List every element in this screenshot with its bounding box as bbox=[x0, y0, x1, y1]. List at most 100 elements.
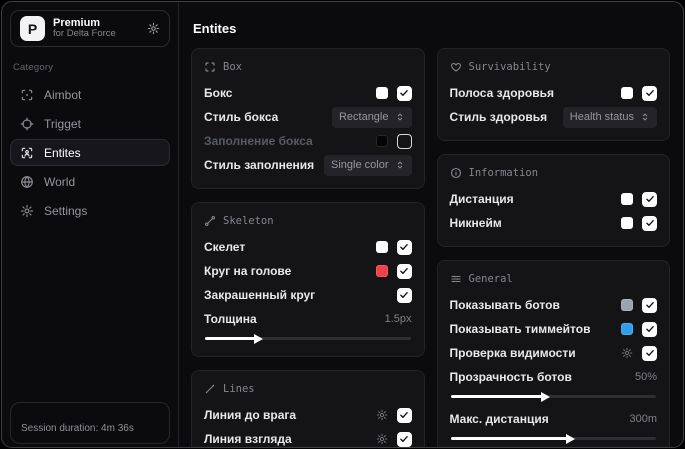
gear-icon[interactable] bbox=[376, 409, 388, 421]
setting-label: Никнейм bbox=[449, 216, 502, 230]
setting-label: Макс. дистанция bbox=[449, 412, 549, 426]
check-icon bbox=[645, 302, 654, 308]
checkbox[interactable] bbox=[642, 85, 657, 101]
setting-row: Прозрачность ботов 50% bbox=[450, 365, 658, 389]
info-icon bbox=[450, 167, 462, 179]
gear-icon[interactable] bbox=[621, 347, 633, 359]
checkbox[interactable] bbox=[396, 263, 412, 279]
setting-label: Толщина bbox=[204, 312, 257, 326]
setting-row: Полоса здоровья bbox=[449, 81, 657, 105]
dropdown-value: Rectangle bbox=[338, 111, 389, 123]
slider-thumb[interactable] bbox=[254, 333, 264, 344]
check-icon bbox=[645, 220, 654, 226]
panel-title: Survivability bbox=[468, 61, 551, 73]
brand-card: P Premium for Delta Force bbox=[10, 10, 170, 47]
setting-label: Круг на голове bbox=[204, 264, 292, 278]
checkbox[interactable] bbox=[642, 191, 657, 207]
fill-style-dropdown[interactable]: Single color bbox=[324, 154, 412, 176]
slider-value: 1.5px bbox=[384, 313, 412, 325]
gear-icon bbox=[20, 204, 34, 218]
globe-icon bbox=[20, 175, 34, 189]
check-icon bbox=[400, 436, 408, 442]
setting-row: Бокс bbox=[204, 81, 412, 105]
color-swatch[interactable] bbox=[375, 265, 388, 277]
checkbox[interactable] bbox=[642, 297, 657, 313]
crosshair-icon bbox=[20, 88, 34, 102]
panel-title: Information bbox=[468, 167, 539, 179]
checkbox[interactable] bbox=[396, 407, 412, 423]
panel-title: Lines bbox=[223, 383, 255, 395]
thickness-slider[interactable] bbox=[205, 333, 411, 344]
sidebar-item-aimbot[interactable]: Aimbot bbox=[10, 81, 170, 108]
chevrons-up-down-icon bbox=[395, 112, 405, 122]
checkbox[interactable] bbox=[642, 321, 657, 337]
bots-opacity-slider[interactable] bbox=[450, 391, 656, 402]
setting-row: Показывать тиммейтов bbox=[449, 317, 657, 341]
sidebar-item-trigget[interactable]: Trigget bbox=[10, 110, 170, 137]
setting-row: Никнейм bbox=[449, 211, 657, 235]
main-content: Entites Box Бокс Стиль бокса Rectangle З… bbox=[179, 2, 683, 447]
check-icon bbox=[645, 326, 654, 332]
color-swatch[interactable] bbox=[621, 217, 633, 229]
color-swatch[interactable] bbox=[621, 87, 633, 99]
check-icon bbox=[400, 90, 408, 96]
setting-row: Толщина 1.5px bbox=[204, 307, 412, 331]
color-swatch[interactable] bbox=[375, 135, 388, 147]
setting-label: Дистанция bbox=[449, 192, 514, 206]
setting-row: Закрашенный круг bbox=[204, 283, 412, 307]
sidebar-item-entites[interactable]: Entites bbox=[10, 139, 170, 166]
slider-thumb[interactable] bbox=[565, 433, 575, 444]
sidebar-item-label: World bbox=[44, 174, 76, 189]
setting-row: Показывать ботов bbox=[450, 293, 657, 317]
check-icon bbox=[645, 90, 654, 96]
sidebar-item-label: Trigget bbox=[44, 116, 81, 131]
color-swatch[interactable] bbox=[375, 87, 388, 99]
chevrons-up-down-icon bbox=[395, 160, 405, 170]
color-swatch[interactable] bbox=[375, 241, 388, 253]
setting-label: Проверка видимости bbox=[449, 346, 576, 360]
checkbox[interactable] bbox=[396, 239, 412, 255]
panel-box: Box Бокс Стиль бокса Rectangle Заполнени… bbox=[191, 48, 425, 189]
setting-row: Линия до врага bbox=[204, 403, 412, 427]
gear-icon[interactable] bbox=[147, 22, 160, 35]
check-icon bbox=[400, 244, 408, 250]
app-window: P Premium for Delta Force Category Aimbo… bbox=[1, 1, 684, 448]
checkbox[interactable] bbox=[396, 431, 412, 447]
color-swatch[interactable] bbox=[621, 193, 633, 205]
setting-label: Закрашенный круг bbox=[204, 288, 316, 302]
setting-label: Прозрачность ботов bbox=[449, 370, 572, 384]
checkbox[interactable] bbox=[396, 133, 412, 149]
sidebar-item-label: Aimbot bbox=[44, 87, 82, 102]
dropdown-value: Single color bbox=[331, 159, 389, 171]
setting-label: Полоса здоровья bbox=[449, 86, 554, 100]
setting-label: Показывать тиммейтов bbox=[449, 322, 591, 336]
setting-row: Заполнение бокса bbox=[204, 129, 412, 153]
color-swatch[interactable] bbox=[621, 299, 633, 311]
panel-survivability: Survivability Полоса здоровья Стиль здор… bbox=[436, 48, 670, 141]
setting-row: Проверка видимости bbox=[449, 341, 657, 365]
color-swatch[interactable] bbox=[621, 323, 633, 335]
checkbox[interactable] bbox=[396, 287, 412, 303]
page-title: Entites bbox=[193, 21, 237, 36]
check-icon bbox=[400, 292, 408, 298]
brand-logo: P bbox=[20, 16, 45, 41]
checkbox[interactable] bbox=[642, 215, 657, 231]
dropdown-value: Health status bbox=[569, 111, 634, 123]
setting-row: Макс. дистанция 300m bbox=[450, 407, 658, 431]
setting-label: Стиль бокса bbox=[204, 110, 279, 124]
health-style-dropdown[interactable]: Health status bbox=[562, 106, 657, 128]
check-icon bbox=[645, 350, 654, 356]
checkbox[interactable] bbox=[642, 345, 657, 361]
setting-row: Круг на голове bbox=[204, 259, 412, 283]
chevrons-up-down-icon bbox=[640, 112, 650, 122]
sidebar-item-settings[interactable]: Settings bbox=[10, 197, 170, 224]
sidebar-item-label: Settings bbox=[44, 203, 88, 218]
slider-thumb[interactable] bbox=[541, 391, 551, 402]
max-distance-slider[interactable] bbox=[450, 433, 656, 444]
gear-icon[interactable] bbox=[376, 433, 388, 445]
setting-label: Линия взгляда bbox=[204, 432, 292, 446]
checkbox[interactable] bbox=[396, 85, 412, 101]
sidebar-item-world[interactable]: World bbox=[10, 168, 170, 195]
setting-label: Стиль заполнения bbox=[204, 158, 315, 172]
box-style-dropdown[interactable]: Rectangle bbox=[331, 106, 412, 128]
